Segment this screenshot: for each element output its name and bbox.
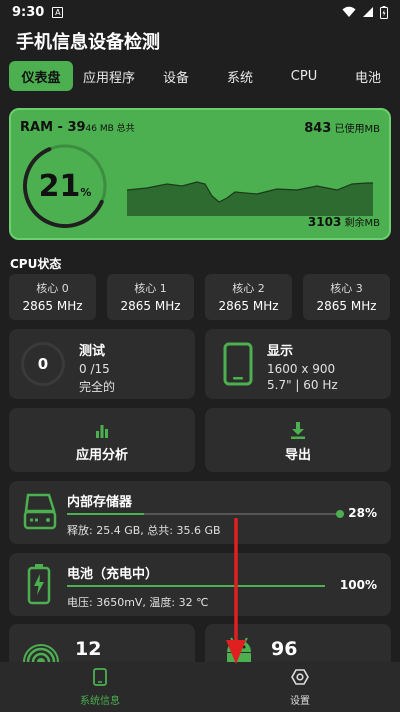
cpu-core-1[interactable]: 核心 1 2865 MHz [107, 274, 194, 320]
tab-bar: 仪表盘 应用程序 设备 系统 CPU 电池 [0, 58, 400, 94]
ram-used-suffix: 已使用MB [331, 124, 381, 135]
test-progress: 0 /15 [79, 362, 110, 376]
battery-percent: 100% [339, 578, 377, 592]
tab-battery[interactable]: 电池 [342, 61, 394, 91]
display-title: 显示 [267, 344, 294, 359]
ram-percent-value: 21 [38, 168, 81, 204]
test-score: 0 [21, 342, 65, 386]
nav-settings[interactable]: 设置 [200, 662, 400, 712]
cpu-core-0[interactable]: 核心 0 2865 MHz [9, 274, 96, 320]
ram-title: RAM - 3946 MB 总共 [20, 120, 135, 135]
app-analysis-label: 应用分析 [75, 448, 128, 463]
battery-icon [380, 5, 388, 19]
export-button[interactable]: 导出 [205, 408, 391, 472]
battery-details: 电压: 3650mV, 温度: 32 ℃ [67, 596, 209, 609]
signal-icon [363, 7, 373, 17]
android-value: 96 [271, 638, 298, 660]
core-freq: 2865 MHz [22, 299, 83, 313]
storage-progress-fill [67, 513, 145, 515]
core-name: 核心 1 [134, 282, 167, 295]
signal-waves-icon [23, 644, 59, 664]
bar-chart-icon [96, 425, 108, 438]
storage-progress-bar [67, 513, 343, 515]
core-freq: 2865 MHz [120, 299, 181, 313]
phone-icon [223, 342, 253, 386]
nav-system-info-label: 系统信息 [80, 695, 120, 707]
ram-percent: 21% [19, 140, 111, 232]
storage-progress-end [336, 510, 344, 518]
ram-usage-chart [127, 181, 373, 216]
android-icon [227, 637, 251, 664]
storage-percent: 28% [348, 506, 377, 520]
tab-dashboard[interactable]: 仪表盘 [9, 61, 73, 91]
tab-cpu[interactable]: CPU [278, 61, 330, 91]
app-analysis-button[interactable]: 应用分析 [9, 408, 195, 472]
ram-used-value: 843 [304, 121, 332, 136]
cpu-section-label: CPU状态 [10, 257, 62, 271]
nav-settings-label: 设置 [290, 695, 310, 707]
core-freq: 2865 MHz [316, 299, 377, 313]
display-details: 5.7" | 60 Hz [267, 378, 338, 392]
ram-percent-sign: % [80, 185, 92, 199]
phone-nav-icon [93, 667, 107, 686]
cpu-core-2[interactable]: 核心 2 2865 MHz [205, 274, 292, 320]
storage-icon [23, 493, 57, 530]
test-title: 测试 [79, 344, 106, 359]
battery-progress-fill [67, 585, 325, 587]
app-title: 手机信息设备检测 [16, 32, 160, 53]
battery-charging-icon [27, 564, 51, 605]
battery-card[interactable]: 电池（充电中） 100% 电压: 3650mV, 温度: 32 ℃ [9, 553, 391, 616]
battery-title: 电池（充电中） [67, 567, 159, 582]
ram-free-value: 3103 [307, 215, 342, 229]
network-card[interactable]: 12 [9, 624, 195, 664]
battery-progress-bar [67, 585, 325, 587]
storage-details: 释放: 25.4 GB, 总共: 35.6 GB [67, 524, 221, 537]
bottom-navigation: 系统信息 设置 [0, 662, 400, 712]
test-status: 完全的 [79, 380, 116, 394]
download-icon [291, 422, 305, 439]
cpu-core-3[interactable]: 核心 3 2865 MHz [303, 274, 390, 320]
core-freq: 2865 MHz [218, 299, 279, 313]
display-card[interactable]: 显示 1600 x 900 5.7" | 60 Hz [205, 329, 391, 399]
ram-free: 3103 剩余MB [308, 214, 380, 229]
ram-free-suffix: 剩余MB [341, 218, 381, 229]
status-bar: 9:30 A [0, 0, 400, 24]
status-time: 9:30 [12, 4, 45, 20]
android-card[interactable]: 96 [205, 624, 391, 664]
core-name: 核心 3 [330, 282, 363, 295]
ram-label: RAM - 39 [20, 120, 86, 135]
ram-card[interactable]: RAM - 3946 MB 总共 843 已使用MB 21% 3103 剩余MB [9, 108, 391, 240]
notification-a-icon: A [52, 6, 64, 18]
storage-title: 内部存储器 [67, 495, 133, 510]
ram-total: 46 MB 总共 [85, 124, 135, 134]
ram-used: 843 已使用MB [304, 120, 380, 136]
network-value: 12 [75, 638, 102, 660]
settings-icon [291, 668, 309, 685]
tab-device[interactable]: 设备 [150, 61, 202, 91]
nav-system-info[interactable]: 系统信息 [0, 662, 200, 712]
export-label: 导出 [284, 448, 311, 463]
test-card[interactable]: 0 测试 0 /15 完全的 [9, 329, 195, 399]
tab-system[interactable]: 系统 [214, 61, 266, 91]
storage-card[interactable]: 内部存储器 28% 释放: 25.4 GB, 总共: 35.6 GB [9, 481, 391, 544]
core-name: 核心 0 [36, 282, 69, 295]
wifi-icon [342, 6, 356, 17]
core-name: 核心 2 [232, 282, 265, 295]
tab-apps[interactable]: 应用程序 [78, 61, 140, 91]
display-resolution: 1600 x 900 [267, 362, 336, 376]
